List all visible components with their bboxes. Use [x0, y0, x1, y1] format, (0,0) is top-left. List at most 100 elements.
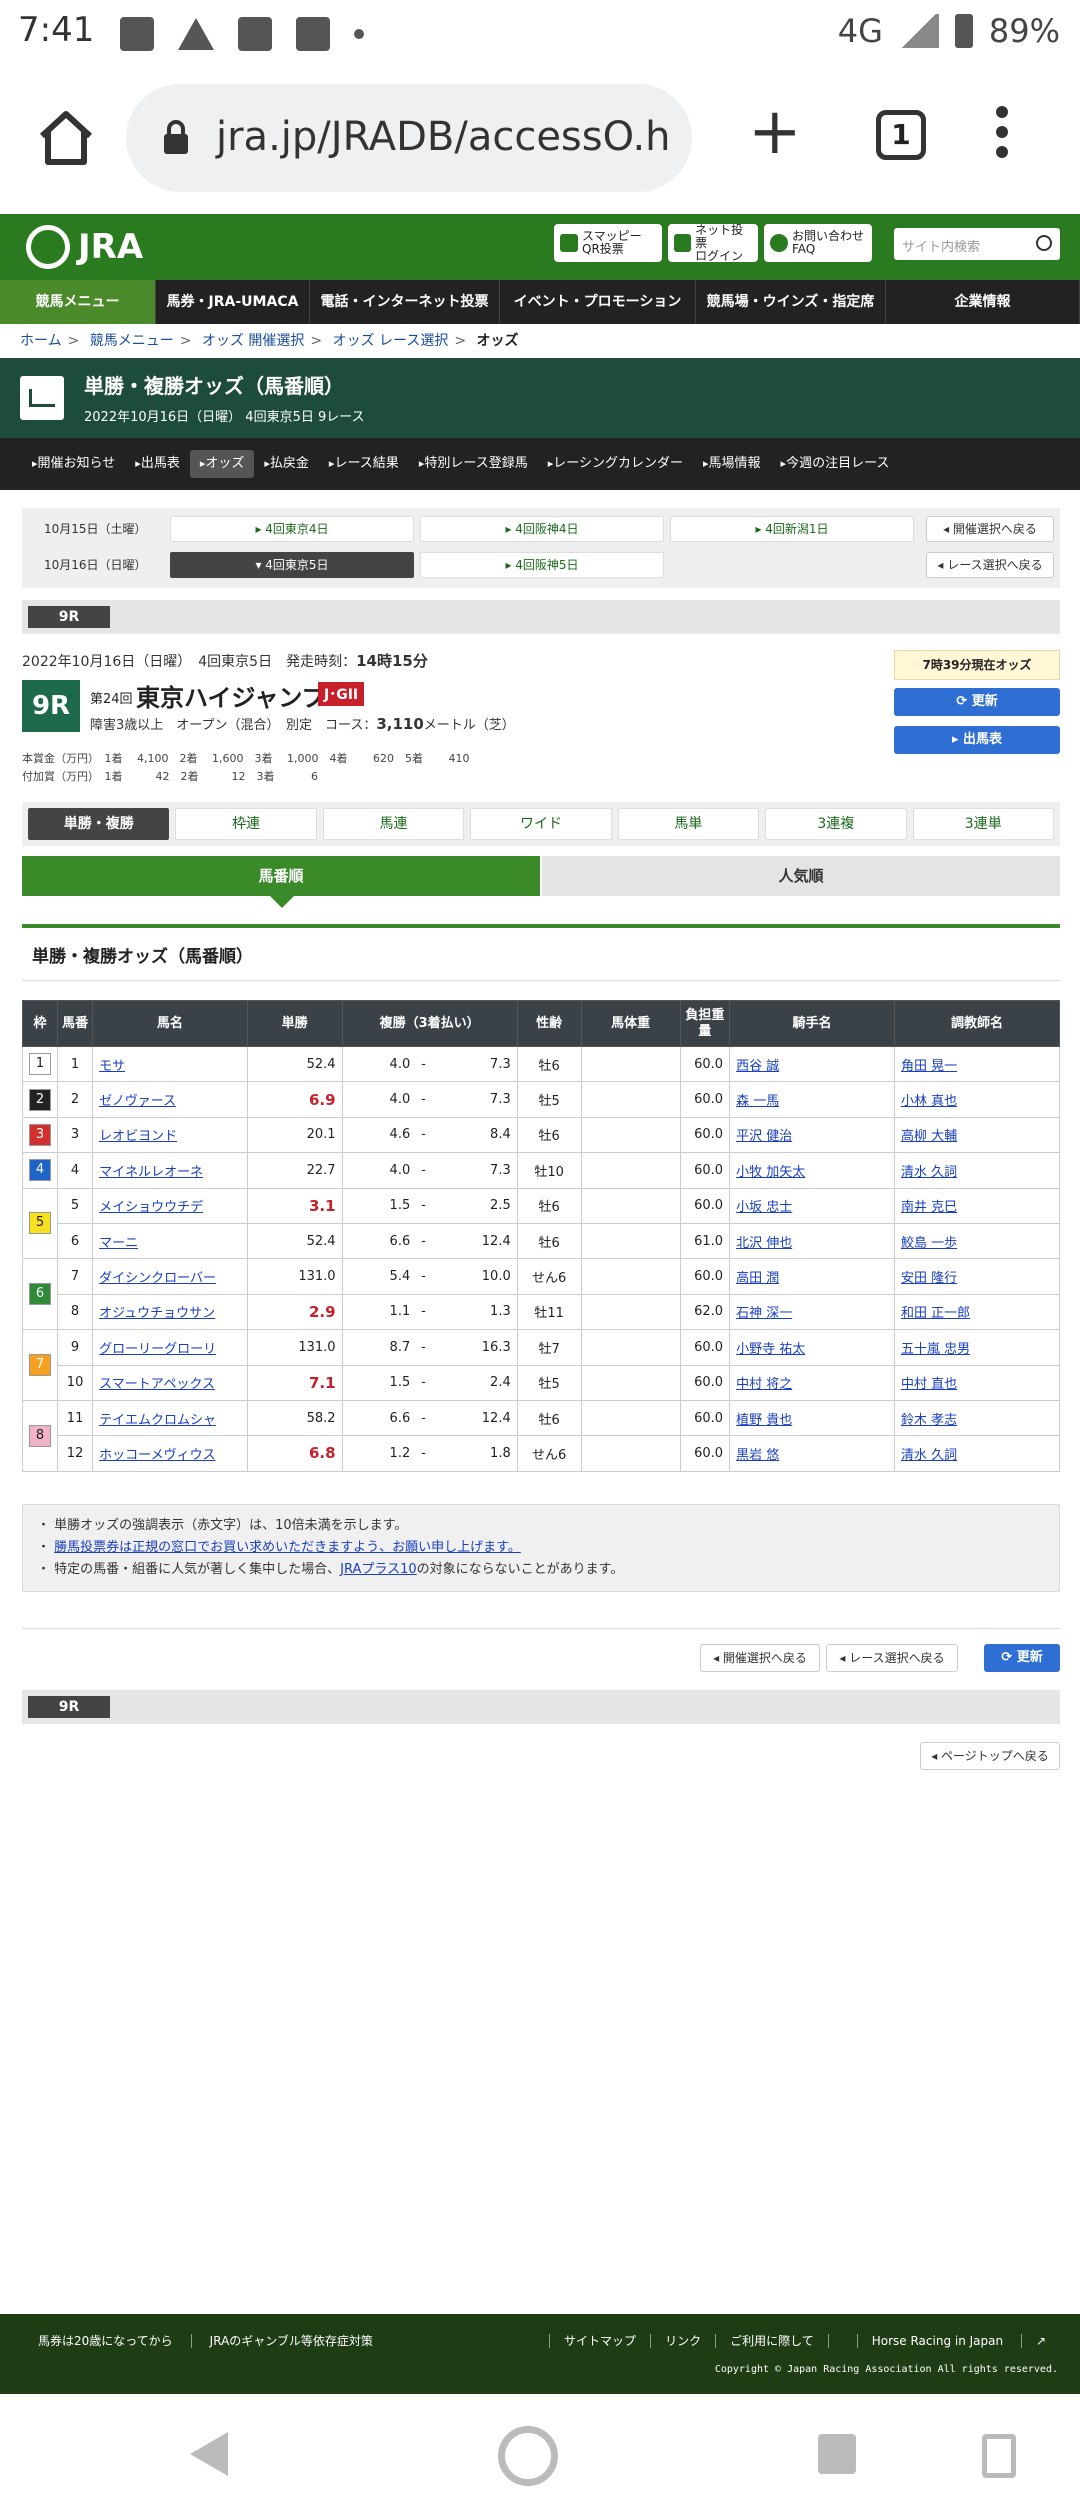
horse-name-link[interactable]: ホッコーメヴィウス: [92, 1435, 248, 1472]
subnav-entries[interactable]: 出馬表: [125, 450, 190, 478]
horse-name-link[interactable]: テイエムクロムシャ: [92, 1399, 248, 1437]
faq-button[interactable]: お問い合わせ FAQ: [764, 224, 872, 262]
trainer-link[interactable]: 和田 正一郎: [893, 1293, 1061, 1331]
back-to-meeting-button-bottom[interactable]: ◂ 開催選択へ戻る: [700, 1644, 820, 1672]
back-to-race-button-bottom[interactable]: ◂ レース選択へ戻る: [826, 1644, 958, 1672]
meeting-button[interactable]: ▸ 4回東京4日: [170, 516, 414, 542]
jockey-link[interactable]: 森 一馬: [729, 1081, 895, 1118]
horse-name-link[interactable]: メイショウウチデ: [92, 1187, 248, 1224]
meeting-button-selected[interactable]: ▾ 4回東京5日: [170, 552, 414, 578]
update-button[interactable]: ⟳ 更新: [894, 688, 1060, 716]
crumb-race[interactable]: オッズ レース選択: [333, 333, 449, 349]
horse-name-link[interactable]: スマートアペックス: [92, 1364, 248, 1401]
page-top-button[interactable]: ◂ ページトップへ戻る: [920, 1742, 1060, 1770]
footer-link-sitemap[interactable]: サイトマップ: [549, 2334, 637, 2348]
entry-table-button[interactable]: ▸ 出馬表: [894, 726, 1060, 754]
tab-bracket-quinella[interactable]: 枠連: [175, 808, 317, 840]
trainer-link[interactable]: 小林 真也: [893, 1081, 1061, 1118]
recents-icon[interactable]: [818, 2434, 856, 2474]
trainer-link[interactable]: 鮫島 一歩: [893, 1222, 1061, 1260]
trainer-link[interactable]: 清水 久詞: [893, 1435, 1061, 1472]
subnav-featured[interactable]: 今週の注目レース: [771, 450, 900, 478]
trainer-link[interactable]: 南井 克巳: [893, 1187, 1061, 1224]
overflow-menu-icon[interactable]: [996, 106, 1008, 166]
jockey-link[interactable]: 小牧 加矢太: [729, 1152, 895, 1189]
note-link[interactable]: 勝馬投票券は正規の窓口でお買い求めいただきますよう、お願い申し上げます。: [54, 1540, 521, 1555]
footer-link-gambling[interactable]: JRAのギャンブル等依存症対策: [210, 2334, 391, 2348]
horse-name-link[interactable]: レオビヨンド: [92, 1116, 248, 1154]
gnav-racecourse[interactable]: 競馬場・ウインズ・指定席: [696, 280, 886, 324]
crumb-meeting[interactable]: オッズ 開催選択: [202, 333, 304, 349]
trainer-link[interactable]: 清水 久詞: [893, 1152, 1061, 1189]
back-icon[interactable]: [190, 2432, 228, 2476]
meeting-button[interactable]: ▸ 4回新潟1日: [670, 516, 914, 542]
horse-name-link[interactable]: モサ: [92, 1045, 248, 1083]
race-tab[interactable]: 9R: [28, 606, 110, 628]
tab-by-number[interactable]: 馬番順: [22, 856, 540, 908]
jockey-link[interactable]: 小坂 忠士: [729, 1187, 895, 1224]
trainer-link[interactable]: 安田 隆行: [893, 1258, 1061, 1295]
horse-name-link[interactable]: オジュウチョウサン: [92, 1293, 248, 1331]
smapi-button[interactable]: スマッピー QR投票: [554, 224, 662, 262]
gnav-baken[interactable]: 馬券・JRA-UMACA: [156, 280, 310, 324]
back-to-race-button[interactable]: ◂ レース選択へ戻る: [926, 552, 1054, 578]
jockey-link[interactable]: 北沢 伸也: [729, 1222, 895, 1260]
horse-name-link[interactable]: ダイシンクローバー: [92, 1258, 248, 1295]
jockey-link[interactable]: 小野寺 祐太: [729, 1329, 895, 1366]
crumb-home[interactable]: ホーム: [20, 333, 62, 349]
subnav-results[interactable]: レース結果: [319, 450, 409, 478]
gnav-event[interactable]: イベント・プロモーション: [500, 280, 696, 324]
race-tab[interactable]: 9R: [28, 1696, 110, 1718]
back-to-meeting-button[interactable]: ◂ 開催選択へ戻る: [926, 516, 1054, 542]
net-vote-login-button[interactable]: ネット投票 ログイン: [668, 223, 758, 262]
trainer-link[interactable]: 高柳 大輔: [893, 1116, 1061, 1154]
gnav-corporate[interactable]: 企業情報: [886, 280, 1080, 324]
meeting-button[interactable]: ▸ 4回阪神4日: [420, 516, 664, 542]
trainer-link[interactable]: 鈴木 孝志: [893, 1399, 1061, 1437]
subnav-payout[interactable]: 払戻金: [254, 450, 319, 478]
jra-plus10-link[interactable]: JRAプラス10: [340, 1562, 417, 1577]
rotate-icon[interactable]: [982, 2434, 1016, 2478]
subnav-track[interactable]: 馬場情報: [693, 450, 771, 478]
tab-trio[interactable]: 3連複: [765, 808, 907, 840]
subnav-notice[interactable]: 開催お知らせ: [22, 450, 125, 478]
footer-link-age[interactable]: 馬券は20歳になってから: [38, 2334, 192, 2348]
tab-wide[interactable]: ワイド: [470, 808, 612, 840]
address-bar[interactable]: jra.jp/JRADB/accessO.h: [126, 84, 692, 192]
jockey-link[interactable]: 植野 貴也: [729, 1399, 895, 1437]
trainer-link[interactable]: 五十嵐 忠男: [893, 1329, 1061, 1366]
trainer-link[interactable]: 中村 直也: [893, 1364, 1061, 1401]
tab-count-button[interactable]: 1: [876, 110, 926, 160]
tab-win-place[interactable]: 単勝・複勝: [28, 808, 170, 840]
site-search-input[interactable]: サイト内検索: [894, 228, 1060, 260]
jockey-link[interactable]: 西谷 誠: [729, 1045, 895, 1083]
jockey-link[interactable]: 黒岩 悠: [729, 1435, 895, 1472]
horse-name-link[interactable]: マイネルレオーネ: [92, 1152, 248, 1189]
footer-link-terms[interactable]: ご利用に際して: [715, 2334, 814, 2348]
home-icon[interactable]: [34, 106, 98, 170]
tab-quinella[interactable]: 馬連: [322, 808, 465, 840]
update-button-bottom[interactable]: ⟳ 更新: [984, 1644, 1060, 1672]
meeting-button[interactable]: ▸ 4回阪神5日: [420, 552, 664, 578]
new-tab-icon[interactable]: +: [748, 100, 802, 164]
tab-by-popularity[interactable]: 人気順: [542, 856, 1060, 896]
jra-logo[interactable]: JRA: [26, 224, 143, 270]
footer-link-links[interactable]: リンク: [650, 2334, 702, 2348]
tab-trifecta[interactable]: 3連単: [912, 808, 1054, 840]
home-circle-icon[interactable]: [498, 2426, 558, 2486]
jockey-link[interactable]: 石神 深一: [729, 1293, 895, 1331]
horse-name-link[interactable]: マーニ: [92, 1222, 248, 1260]
gnav-vote[interactable]: 電話・インターネット投票: [310, 280, 500, 324]
subnav-special[interactable]: 特別レース登録馬: [409, 450, 538, 478]
trainer-link[interactable]: 角田 晃一: [893, 1045, 1061, 1083]
subnav-calendar[interactable]: レーシングカレンダー: [538, 450, 693, 478]
jockey-link[interactable]: 中村 将之: [729, 1364, 895, 1401]
subnav-odds[interactable]: オッズ: [189, 450, 255, 478]
tab-exacta[interactable]: 馬単: [617, 808, 760, 840]
jockey-link[interactable]: 高田 潤: [729, 1258, 895, 1295]
footer-link-english[interactable]: Horse Racing in Japan ↗: [827, 2334, 1046, 2348]
search-icon[interactable]: [1036, 235, 1052, 251]
jockey-link[interactable]: 平沢 健治: [729, 1116, 895, 1154]
horse-name-link[interactable]: グローリーグローリ: [92, 1329, 248, 1366]
gnav-keiba-menu[interactable]: 競馬メニュー: [0, 280, 156, 324]
